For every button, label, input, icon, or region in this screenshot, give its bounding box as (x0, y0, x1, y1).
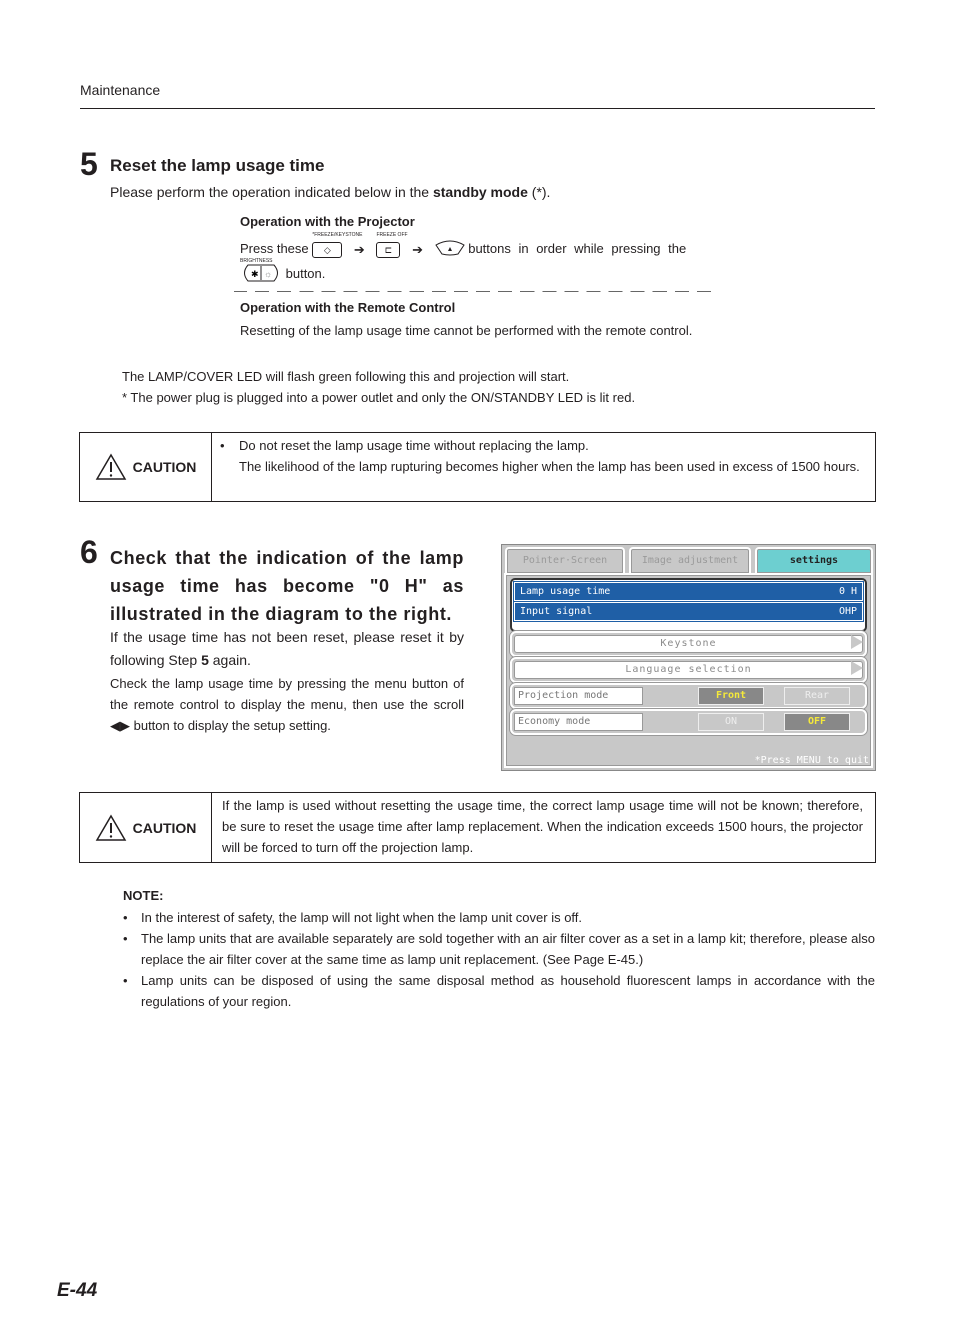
chevron-right-icon (851, 635, 863, 649)
step-6-number: 6 (80, 534, 98, 570)
dashed-divider (234, 291, 714, 292)
info-label: Input signal (520, 606, 593, 617)
caution-box-2: CAUTION If the lamp is used without rese… (79, 792, 876, 863)
section-header: Maintenance (80, 82, 161, 98)
note-item: • Lamp units can be disposed of using the… (123, 970, 875, 1012)
option-on[interactable]: ON (698, 713, 764, 731)
note-text: The lamp units that are available separa… (141, 931, 875, 967)
caution-box-1: CAUTION • Do not reset the lamp usage ti… (79, 432, 876, 502)
projector-op-heading: Operation with the Projector (240, 214, 415, 229)
option-front[interactable]: Front (698, 687, 764, 705)
press-text: Press these (240, 240, 309, 256)
after-text-1: The LAMP/COVER LED will flash green foll… (122, 369, 570, 384)
bullet: • (220, 438, 225, 453)
settings-menu-screenshot: Pointer·Screen Image adjustment settings… (501, 544, 876, 771)
tab-settings[interactable]: settings (755, 547, 873, 573)
info-value: 0 H (838, 586, 857, 597)
step-5-number: 5 (80, 146, 98, 182)
info-value: OHP (838, 606, 857, 617)
step-6-paragraph-1: If the usage time has not been reset, pl… (110, 626, 464, 672)
note-text: In the interest of safety, the lamp will… (141, 910, 583, 925)
note-item: • The lamp units that are available separ… (123, 928, 875, 970)
button-label: *FREEZE/KEYSTONE (312, 232, 363, 238)
info-row-input-signal: Input signal OHP (513, 601, 864, 622)
info-row-lamp-usage: Lamp usage time 0 H (513, 581, 864, 602)
header-rule (80, 108, 875, 109)
arrow-icon: ➔ (412, 241, 423, 257)
language-label: Language selection (514, 661, 863, 679)
brightness-button-icon: BRIGHTNESS ✱ ☼ (240, 258, 282, 285)
keystone-label: Keystone (514, 635, 863, 653)
up-button-icon (434, 240, 465, 259)
remote-op-heading: Operation with the Remote Control (240, 300, 456, 315)
svg-text:✱: ✱ (251, 269, 259, 279)
caution-body: If the lamp is used without resetting th… (222, 798, 863, 855)
desc-text: Please perform the operation indicated b… (110, 184, 433, 200)
caution-label: CAUTION (80, 793, 212, 862)
svg-text:☼: ☼ (264, 269, 272, 279)
note-list: • In the interest of safety, the lamp wil… (123, 907, 875, 1012)
bullet: • (123, 931, 128, 946)
remote-op-text: Resetting of the lamp usage time cannot … (240, 323, 693, 338)
step-5-title: Reset the lamp usage time (110, 156, 325, 175)
freeze-off-button-icon: FREEZE OFF ⊏ (376, 232, 408, 258)
caution-line-2: The likelihood of the lamp rupturing bec… (239, 459, 860, 474)
projector-op-instructions: Press these *FREEZE/KEYSTONE ◇ ➔ FREEZE O… (240, 232, 718, 259)
p1-suffix: again. (208, 652, 251, 668)
option-off[interactable]: OFF (784, 713, 850, 731)
note-item: • In the interest of safety, the lamp wil… (123, 907, 875, 928)
freeze-keystone-button-icon: *FREEZE/KEYSTONE ◇ (312, 232, 362, 258)
quit-hint: *Press MENU to quit (754, 755, 869, 766)
button-label: BRIGHTNESS (240, 258, 273, 264)
projection-mode-label: Projection mode (514, 687, 643, 705)
step-5-description: Please perform the operation indicated b… (110, 184, 550, 200)
option-rear[interactable]: Rear (784, 687, 850, 705)
menu-item-language[interactable]: Language selection (510, 657, 867, 683)
p1-text: If the usage time has not been reset, pl… (110, 629, 464, 668)
menu-item-projection-mode: Projection mode Front Rear (510, 683, 867, 709)
warning-icon (95, 814, 126, 841)
button-label: FREEZE OFF (376, 232, 408, 238)
caution-body: • Do not reset the lamp usage time witho… (220, 435, 863, 477)
bullet: • (123, 973, 128, 988)
brightness-line: BRIGHTNESS ✱ ☼ button. (240, 258, 326, 285)
desc-suffix: (*). (527, 184, 551, 200)
bullet: • (123, 910, 128, 925)
caution-text: CAUTION (132, 459, 197, 475)
step-6-title: Check that the indication of the lamp us… (110, 548, 464, 624)
arrow-icon: ➔ (353, 241, 365, 257)
caution-line-1: Do not reset the lamp usage time without… (239, 438, 589, 453)
page-number: E-44 (57, 1280, 98, 1301)
menu-item-economy-mode: Economy mode ON OFF (510, 709, 867, 735)
caution-item: • Do not reset the lamp usage time witho… (220, 435, 863, 477)
tab-image-adjustment[interactable]: Image adjustment (629, 547, 751, 573)
desc-bold: standby mode (432, 184, 528, 200)
step-6-paragraph-2: Check the lamp usage time by pressing th… (110, 676, 464, 733)
note-heading: NOTE: (123, 888, 164, 903)
info-box: Lamp usage time 0 H Input signal OHP (510, 578, 867, 632)
note-text: Lamp units can be disposed of using the … (141, 973, 875, 1009)
menu-item-keystone[interactable]: Keystone (510, 631, 867, 657)
end-text: button. (285, 265, 326, 281)
info-label: Lamp usage time (520, 586, 611, 597)
p1-bold: 5 (201, 652, 209, 668)
caution-text: CAUTION (132, 819, 197, 836)
tail-text: buttons in order while pressing the (468, 240, 687, 256)
caution-label: CAUTION (80, 433, 212, 501)
warning-icon (95, 453, 126, 480)
after-text-2: * The power plug is plugged into a power… (122, 390, 636, 405)
economy-mode-label: Economy mode (514, 713, 643, 731)
chevron-right-icon (851, 661, 863, 675)
tab-pointer-screen[interactable]: Pointer·Screen (505, 547, 625, 573)
